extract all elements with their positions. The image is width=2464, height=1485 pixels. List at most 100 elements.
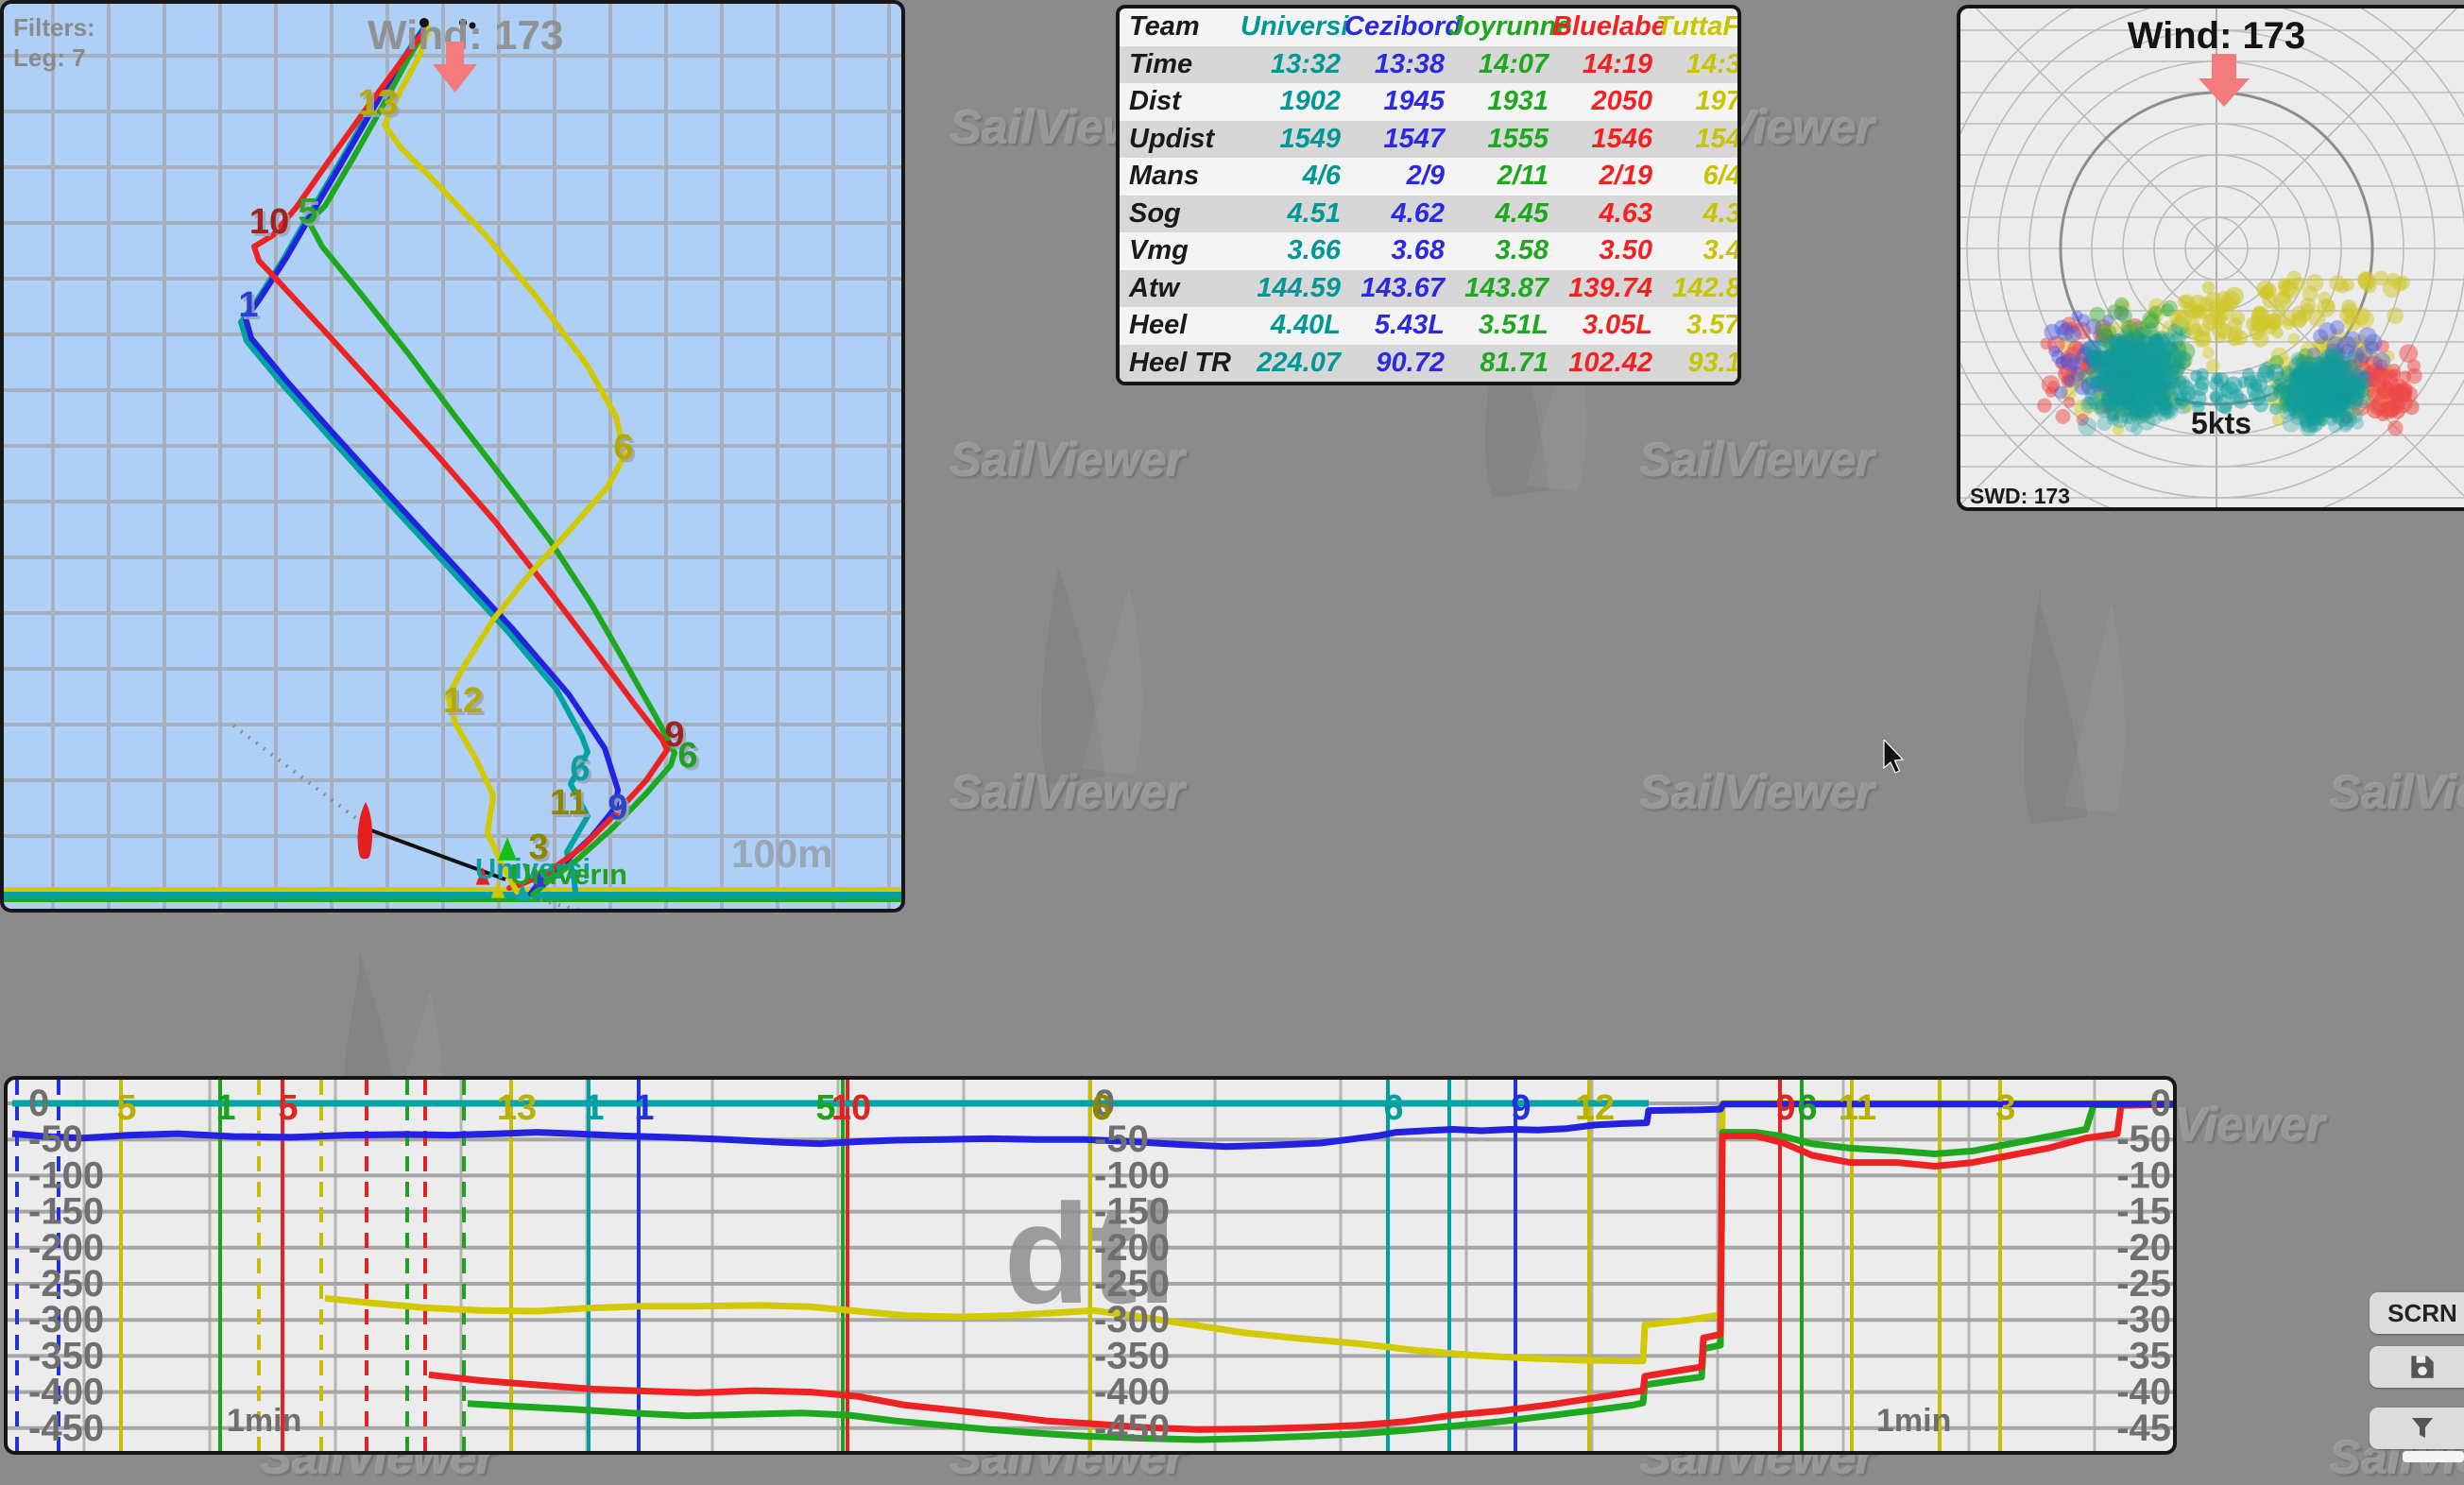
stat-value: 1931 — [1448, 86, 1552, 117]
stat-value: 1902 — [1241, 86, 1344, 117]
stat-value: 143.67 — [1344, 273, 1448, 304]
stat-value: 2/19 — [1552, 161, 1656, 192]
event-label: 13 — [497, 1088, 537, 1128]
event-label: 10 — [831, 1088, 871, 1128]
stat-value: 3.66 — [1241, 235, 1344, 266]
dtl-chart-panel[interactable]: dtl0-50-100-150-200-250-300-350-400-4500… — [4, 1076, 2177, 1455]
stat-value: 93.17 — [1656, 348, 1741, 379]
minute-scale-label: 1min — [227, 1403, 301, 1439]
stat-value: 2/9 — [1344, 161, 1448, 192]
finish-line — [4, 892, 905, 898]
mouse-cursor — [1883, 740, 1908, 778]
stat-value: 3.50 — [1552, 235, 1656, 266]
table-row: Heel4.40L5.43L3.51L3.05L3.57L — [1120, 307, 1737, 345]
finish-line — [4, 887, 905, 892]
race-map-canvas[interactable]: 13135510101166121299666611119933Universi… — [4, 4, 905, 913]
table-row: Sog4.514.624.454.634.39 — [1120, 196, 1737, 233]
stat-value: 142.80 — [1656, 273, 1741, 304]
track-time-label: 13 — [358, 83, 398, 123]
stat-value: 3.58 — [1448, 235, 1552, 266]
stat-value: 1945 — [1344, 86, 1448, 117]
filters-label: Filters: — [13, 13, 95, 42]
boat-name-label: Univerın — [510, 858, 627, 891]
committee-boat-icon[interactable] — [358, 802, 373, 859]
table-row: Dist19021945193120501973 — [1120, 83, 1737, 121]
stat-value: 4.63 — [1552, 198, 1656, 230]
event-label: 6 — [1797, 1088, 1817, 1128]
stat-value: 1549 — [1241, 124, 1344, 155]
table-header-label: Team — [1120, 11, 1241, 43]
stat-value: 2/11 — [1448, 161, 1552, 192]
race-map-panel[interactable]: 13135510101166121299666611119933Universi… — [0, 0, 905, 913]
stat-value: 81.71 — [1448, 348, 1552, 379]
track-time-label: 6 — [677, 736, 697, 776]
team-name: Universi — [1241, 11, 1344, 43]
event-label: 6 — [1091, 1088, 1111, 1128]
table-row: Updist15491547155515461540 — [1120, 121, 1737, 159]
track-time-label: 5 — [298, 192, 317, 231]
event-label: 1 — [634, 1088, 654, 1128]
boat-track-cezibord — [246, 27, 618, 894]
finish-line — [4, 898, 905, 902]
stat-value: 1540 — [1656, 124, 1741, 155]
stat-value: 4.51 — [1241, 198, 1344, 230]
event-label: 1 — [584, 1088, 604, 1128]
wind-polar-panel[interactable]: 5kts Wind: 173 SWD: 173 — [1957, 5, 2464, 511]
stat-value: 13:38 — [1344, 49, 1448, 80]
polar-wind-title: Wind: 173 — [2128, 15, 2306, 57]
swd-label: SWD: 173 — [1970, 484, 2070, 508]
stat-value: 1547 — [1344, 124, 1448, 155]
row-label: Updist — [1120, 124, 1241, 155]
event-label: 5 — [116, 1088, 136, 1128]
track-time-label: 1 — [238, 285, 258, 325]
event-label: 11 — [1839, 1088, 1876, 1128]
event-label: 1 — [215, 1088, 235, 1128]
stat-value: 14:35 — [1656, 49, 1741, 80]
event-label: 3 — [1995, 1088, 2015, 1128]
track-time-label: 9 — [607, 788, 627, 828]
stat-value: 2050 — [1552, 86, 1656, 117]
stat-value: 224.07 — [1241, 348, 1344, 379]
filter-icon — [2407, 1413, 2438, 1443]
team-name: Bluelabe — [1552, 11, 1656, 43]
stat-value: 4.40L — [1241, 310, 1344, 341]
row-label: Time — [1120, 49, 1241, 80]
event-label: 9 — [1511, 1088, 1531, 1128]
event-label: 6 — [1383, 1088, 1403, 1128]
stat-value: 4.62 — [1344, 198, 1448, 230]
right-axis-tick: -45 — [2116, 1408, 2171, 1449]
stat-value: 90.72 — [1344, 348, 1448, 379]
track-time-label: 11 — [550, 783, 588, 823]
stat-value: 4.45 — [1448, 198, 1552, 230]
stat-value: 143.87 — [1448, 273, 1552, 304]
team-name: Cezibord — [1344, 11, 1448, 43]
track-time-label: 10 — [249, 202, 289, 242]
filter-button[interactable] — [2370, 1408, 2464, 1449]
stat-value: 1973 — [1656, 86, 1741, 117]
boat-track-bluelabe — [254, 27, 667, 888]
stat-value: 3.42 — [1656, 235, 1741, 266]
table-header-row: TeamUniversiCezibordJoyrunneBluelabeTutt… — [1120, 9, 1737, 46]
table-row: Vmg3.663.683.583.503.42 — [1120, 232, 1737, 270]
event-label: 5 — [278, 1088, 298, 1128]
stat-value: 5.43L — [1344, 310, 1448, 341]
row-label: Dist — [1120, 86, 1241, 117]
stat-value: 4.39 — [1656, 198, 1741, 230]
stat-value: 14:07 — [1448, 49, 1552, 80]
team-name: TuttaFor — [1656, 11, 1741, 43]
row-label: Heel TR — [1120, 348, 1241, 379]
screenshot-button[interactable]: SCRN — [2370, 1292, 2464, 1334]
event-label: 9 — [1775, 1088, 1795, 1128]
minute-scale-label: 1min — [1876, 1403, 1951, 1439]
stat-value: 3.51L — [1448, 310, 1552, 341]
leg-label: Leg: 7 — [13, 43, 86, 72]
partial-button[interactable] — [2403, 1451, 2464, 1462]
map-scale-label: 100m — [731, 831, 832, 876]
stat-value: 1555 — [1448, 124, 1552, 155]
speed-ring-label: 5kts — [2191, 406, 2251, 440]
stat-value: 3.05L — [1552, 310, 1656, 341]
save-button[interactable] — [2370, 1346, 2464, 1388]
row-label: Sog — [1120, 198, 1241, 230]
dtl-series-tuttafor — [325, 1103, 2177, 1361]
laylines-dotted — [233, 725, 361, 822]
